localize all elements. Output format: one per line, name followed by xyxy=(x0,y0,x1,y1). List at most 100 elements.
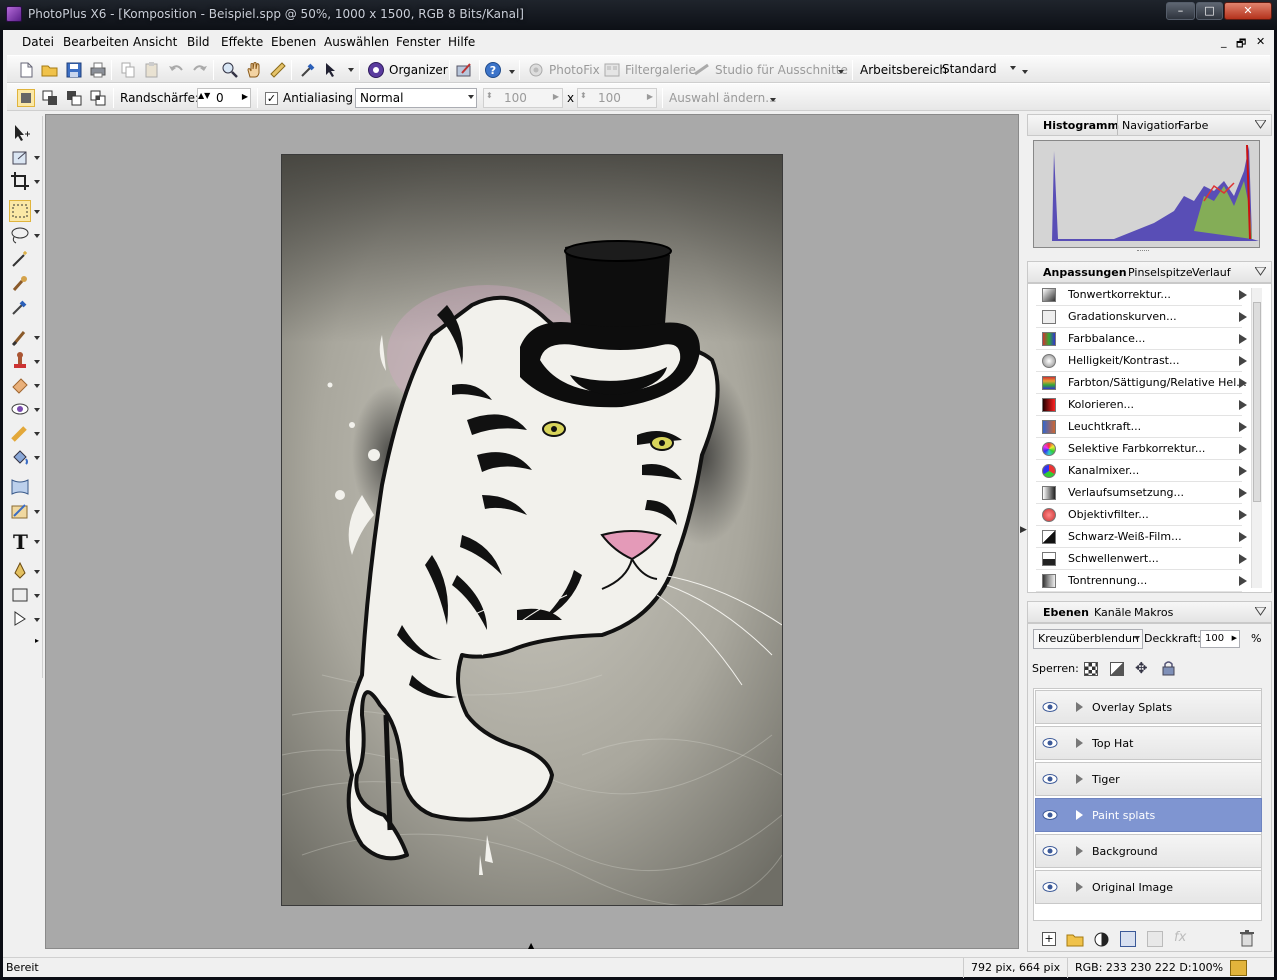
layer-overlay-splats[interactable]: Overlay Splats xyxy=(1035,690,1262,724)
menu-ansicht[interactable]: Ansicht xyxy=(133,35,177,49)
photofix-button[interactable]: PhotoFix xyxy=(549,63,600,77)
subtract-selection-icon[interactable] xyxy=(65,89,83,107)
width-input[interactable]: ⬍ 100 ▶ xyxy=(483,88,563,108)
fill-layer-icon[interactable] xyxy=(1147,931,1163,947)
apply-icon[interactable] xyxy=(1239,466,1247,476)
apply-icon[interactable] xyxy=(1239,400,1247,410)
lasso-tool-icon[interactable] xyxy=(9,224,31,246)
eraser-tool-icon[interactable] xyxy=(9,374,31,396)
apply-icon[interactable] xyxy=(1239,488,1247,498)
menu-bild[interactable]: Bild xyxy=(187,35,210,49)
tab-kanaele[interactable]: Kanäle xyxy=(1094,606,1131,619)
tab-farbe[interactable]: Farbe xyxy=(1178,119,1208,132)
apply-icon[interactable] xyxy=(1239,334,1247,344)
new-selection-icon[interactable] xyxy=(17,89,35,107)
layer-background[interactable]: Background xyxy=(1035,834,1262,868)
apply-icon[interactable] xyxy=(1239,378,1247,388)
brush-tool-icon[interactable] xyxy=(455,61,473,79)
adjustment-kolorieren[interactable]: Kolorieren... xyxy=(1036,394,1247,416)
apply-icon[interactable] xyxy=(1239,422,1247,432)
transform-tool-icon[interactable] xyxy=(9,146,31,168)
adjustments-scrollbar[interactable] xyxy=(1251,288,1262,588)
randschaerfe-input[interactable]: ▲▼ 0 ▶ xyxy=(197,88,251,108)
warp-tool-icon[interactable] xyxy=(9,476,31,498)
delete-layer-icon[interactable] xyxy=(1240,930,1254,947)
adjustment-tonwertkorrektur[interactable]: Tonwertkorrektur... xyxy=(1036,284,1247,306)
adjustment-farbton[interactable]: Farbton/Sättigung/Relative Hel... xyxy=(1036,372,1247,394)
ruler-icon[interactable] xyxy=(269,61,287,79)
apply-icon[interactable] xyxy=(1239,444,1247,454)
shape-tool-icon[interactable] xyxy=(9,584,31,606)
canvas-collapse-icon[interactable]: ▲ xyxy=(528,941,534,950)
fill-tool-icon[interactable] xyxy=(9,446,31,468)
adjustment-kanalmixer[interactable]: Kanalmixer... xyxy=(1036,460,1247,482)
expand-layer-icon[interactable] xyxy=(1076,846,1083,856)
menu-hilfe[interactable]: Hilfe xyxy=(448,35,475,49)
hand-icon[interactable] xyxy=(245,61,263,79)
minimize-button[interactable]: – xyxy=(1166,2,1195,20)
visibility-eye-icon[interactable] xyxy=(1042,772,1058,786)
tab-navigation[interactable]: Navigation xyxy=(1122,119,1181,132)
adjustment-tontrennung[interactable]: Tontrennung... xyxy=(1036,570,1247,592)
new-file-icon[interactable] xyxy=(17,61,35,79)
print-icon[interactable] xyxy=(89,61,107,79)
expand-layer-icon[interactable] xyxy=(1076,882,1083,892)
filtergalerie-icon[interactable] xyxy=(603,61,621,79)
menu-datei[interactable]: Datei xyxy=(22,35,54,49)
tab-pinselspitze[interactable]: Pinselspitze xyxy=(1128,266,1193,279)
save-icon[interactable] xyxy=(65,61,83,79)
expand-layer-icon[interactable] xyxy=(1076,774,1083,784)
magic-wand-icon[interactable] xyxy=(9,248,31,270)
tab-anpassungen[interactable]: Anpassungen xyxy=(1043,266,1127,279)
photofix-icon[interactable] xyxy=(527,61,545,79)
intersect-selection-icon[interactable] xyxy=(89,89,107,107)
apply-icon[interactable] xyxy=(1239,532,1247,542)
selection-pointer-icon[interactable] xyxy=(323,61,341,79)
adjustment-verlaufsumsetzung[interactable]: Verlaufsumsetzung... xyxy=(1036,482,1247,504)
tab-makros[interactable]: Makros xyxy=(1134,606,1173,619)
menu-effekte[interactable]: Effekte xyxy=(221,35,263,49)
adjustment-schwarz-weiss[interactable]: Schwarz-Weiß-Film... xyxy=(1036,526,1247,548)
apply-icon[interactable] xyxy=(1239,554,1247,564)
panel-menu-icon[interactable] xyxy=(1255,607,1266,616)
visibility-eye-icon[interactable] xyxy=(1042,808,1058,822)
move-tool-icon[interactable] xyxy=(9,122,31,144)
node-edit-tool-icon[interactable] xyxy=(9,608,31,630)
paintbrush-tool-icon[interactable] xyxy=(9,326,31,348)
display-options-icon[interactable] xyxy=(1230,960,1247,976)
expand-tools-icon[interactable]: ▸ xyxy=(35,636,39,645)
visibility-eye-icon[interactable] xyxy=(1042,844,1058,858)
dodge-burn-tool-icon[interactable] xyxy=(9,422,31,444)
layer-mask-icon[interactable] xyxy=(1120,931,1136,947)
copy-icon[interactable] xyxy=(119,61,137,79)
expand-layer-icon[interactable] xyxy=(1076,810,1083,820)
text-tool-icon[interactable]: T xyxy=(9,530,31,552)
tab-ebenen[interactable]: Ebenen xyxy=(1043,606,1089,619)
expand-layer-icon[interactable] xyxy=(1076,738,1083,748)
antialiasing-checkbox[interactable]: ✓ xyxy=(265,92,278,105)
paste-icon[interactable] xyxy=(143,61,161,79)
adjustment-objektivfilter[interactable]: Objektivfilter... xyxy=(1036,504,1247,526)
red-eye-tool-icon[interactable] xyxy=(9,398,31,420)
panel-collapse-icon[interactable]: ▶ xyxy=(1020,525,1027,535)
studio-button[interactable]: Studio für Ausschnitte xyxy=(715,63,848,77)
lock-pixels-icon[interactable] xyxy=(1110,662,1124,676)
menu-auswaehlen[interactable]: Auswählen xyxy=(324,35,389,49)
layer-tiger[interactable]: Tiger xyxy=(1035,762,1262,796)
visibility-eye-icon[interactable] xyxy=(1042,700,1058,714)
help-icon[interactable]: ? xyxy=(484,61,502,79)
visibility-eye-icon[interactable] xyxy=(1042,736,1058,750)
zoom-icon[interactable] xyxy=(221,61,239,79)
tab-verlauf[interactable]: Verlauf xyxy=(1192,266,1231,279)
maximize-button[interactable]: □ xyxy=(1196,2,1223,20)
canvas-workspace[interactable]: ▲ xyxy=(45,114,1019,950)
clone-stamp-tool-icon[interactable] xyxy=(9,350,31,372)
adjustment-leuchtkraft[interactable]: Leuchtkraft... xyxy=(1036,416,1247,438)
new-group-folder-icon[interactable] xyxy=(1066,931,1084,947)
studio-icon[interactable] xyxy=(693,61,711,79)
apply-icon[interactable] xyxy=(1239,510,1247,520)
layer-original-image[interactable]: Original Image xyxy=(1035,870,1262,904)
panel-menu-icon[interactable] xyxy=(1255,267,1266,276)
crop-tool-icon[interactable] xyxy=(9,170,31,192)
tab-histogramm[interactable]: Histogramm xyxy=(1043,119,1119,132)
